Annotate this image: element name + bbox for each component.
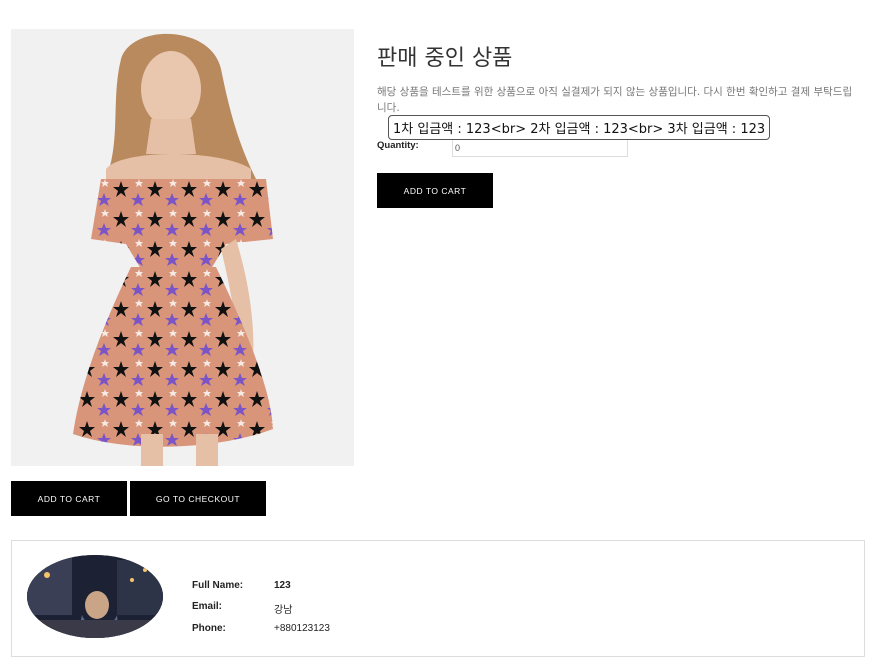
full-name-label: Full Name: — [192, 580, 244, 591]
profile-card: Full Name: 123 Email: 강남 Phone: +8801231… — [11, 540, 865, 657]
full-name-value: 123 — [274, 580, 291, 591]
add-to-cart-button-secondary[interactable]: ADD TO CART — [11, 481, 127, 516]
deposit-tooltip: 1차 입금액 : 123<br> 2차 입금액 : 123<br> 3차 입금액… — [388, 115, 771, 140]
product-image — [11, 29, 354, 466]
product-description: 해당 상품을 테스트를 위한 상품으로 아직 실결제가 되지 않는 상품입니다.… — [377, 86, 853, 114]
phone-value: +880123123 — [274, 623, 330, 634]
checkout-button[interactable]: GO TO CHECKOUT — [130, 481, 266, 516]
product-photo-illustration — [73, 33, 273, 466]
avatar — [27, 555, 163, 638]
email-label: Email: — [192, 601, 223, 612]
phone-label: Phone: — [192, 623, 226, 634]
product-title: 판매 중인 상품 — [377, 46, 513, 71]
email-value: 강남 — [274, 605, 293, 616]
quantity-label: Quantity: — [377, 140, 419, 151]
quantity-input[interactable] — [452, 139, 628, 157]
add-to-cart-button[interactable]: ADD TO CART — [377, 173, 493, 208]
avatar-image — [27, 555, 163, 638]
